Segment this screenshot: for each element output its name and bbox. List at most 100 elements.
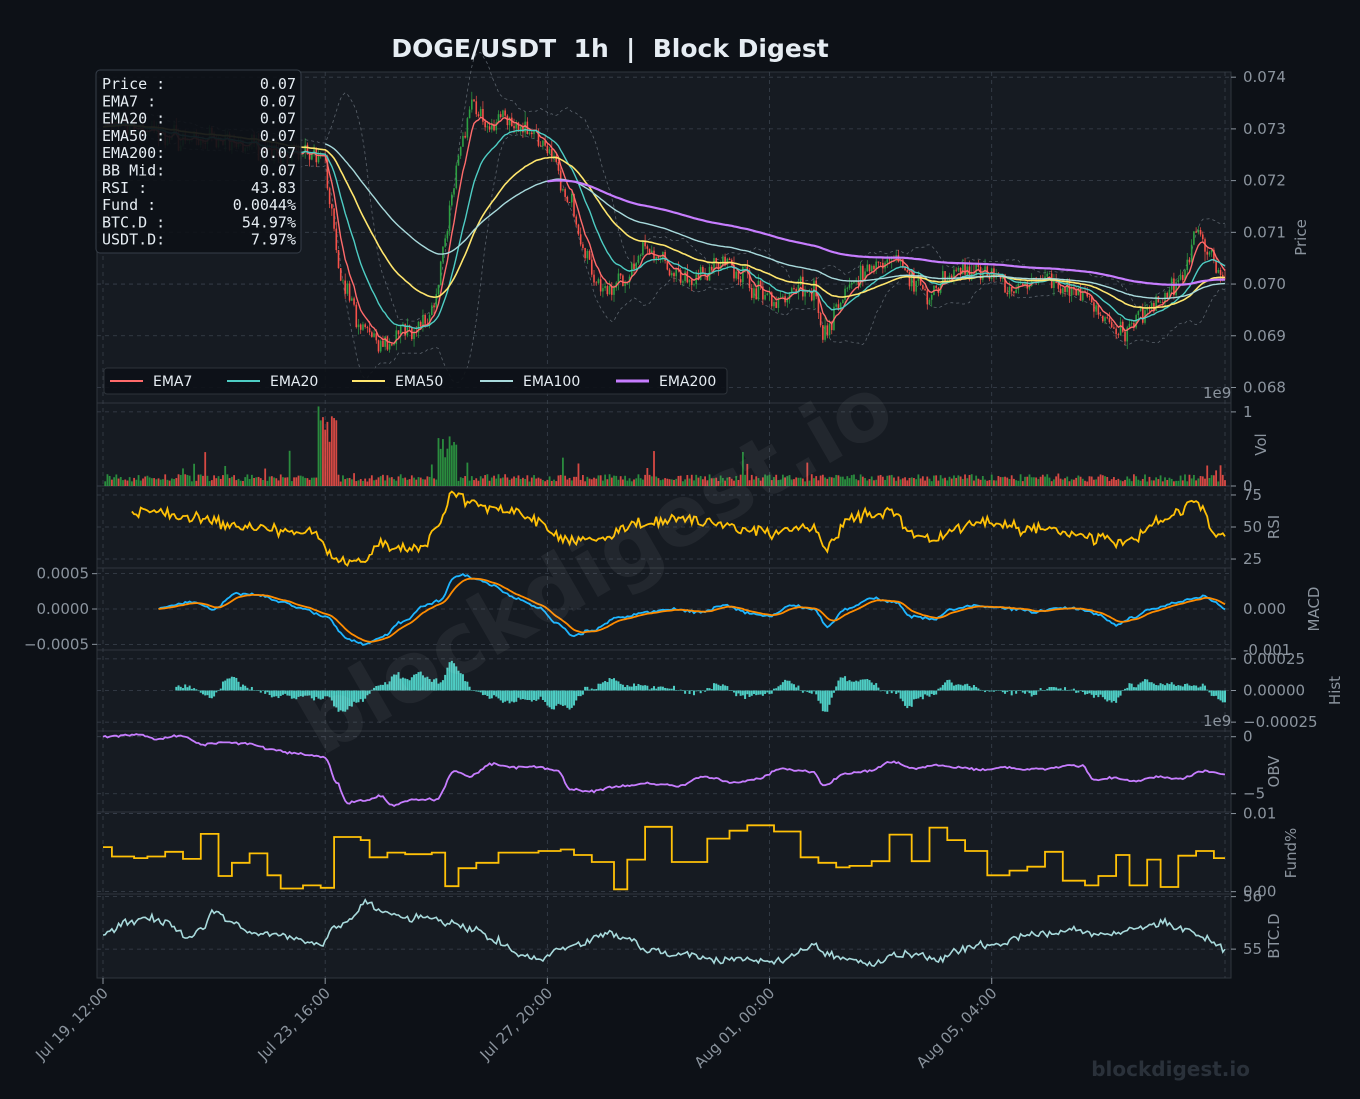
hist-bar bbox=[1212, 690, 1215, 697]
candle-body bbox=[633, 263, 635, 270]
candle-body bbox=[351, 298, 353, 301]
volume-bar bbox=[866, 480, 869, 486]
volume-bar bbox=[168, 480, 171, 486]
candle-body bbox=[546, 145, 549, 154]
candle-body bbox=[1099, 314, 1102, 316]
hist-bar bbox=[881, 690, 884, 691]
y-tick-label-rsi: 25 bbox=[1243, 550, 1262, 568]
volume-bar bbox=[144, 476, 147, 486]
hist-bar bbox=[832, 690, 835, 693]
hist-bar bbox=[897, 690, 900, 693]
hist-bar bbox=[530, 690, 533, 702]
volume-bar bbox=[293, 477, 295, 486]
hist-bar bbox=[761, 690, 764, 696]
volume-bar bbox=[857, 480, 860, 486]
hist-bar bbox=[1024, 690, 1027, 694]
volume-bar bbox=[897, 476, 900, 486]
hist-bar bbox=[986, 690, 989, 691]
candle-body bbox=[1193, 231, 1195, 245]
candle-body bbox=[1199, 230, 1202, 235]
candle-body bbox=[922, 285, 924, 290]
hist-bar bbox=[535, 690, 538, 701]
hist-bar bbox=[688, 690, 691, 694]
candle-body bbox=[1130, 323, 1133, 324]
hist-bar bbox=[1028, 690, 1031, 694]
candle-body bbox=[1217, 270, 1220, 273]
volume-bar bbox=[450, 445, 453, 486]
volume-bar bbox=[584, 481, 587, 486]
hist-bar bbox=[812, 690, 815, 692]
hist-bar bbox=[1132, 687, 1135, 691]
candle-body bbox=[702, 267, 704, 273]
candle-body bbox=[475, 101, 478, 115]
candle-body bbox=[644, 241, 646, 247]
candle-body bbox=[1188, 259, 1191, 263]
volume-bar bbox=[628, 478, 631, 486]
volume-bar bbox=[1095, 479, 1098, 486]
candle-body bbox=[659, 257, 662, 259]
volume-bar bbox=[624, 475, 627, 486]
volume-bar bbox=[844, 479, 846, 486]
hist-bar bbox=[1204, 685, 1207, 691]
candle-body bbox=[471, 99, 473, 110]
hist-bar bbox=[181, 688, 184, 691]
hist-bar bbox=[775, 688, 778, 691]
volume-bar bbox=[981, 476, 984, 486]
volume-bar bbox=[1215, 470, 1218, 486]
volume-bar bbox=[506, 477, 509, 486]
volume-bar bbox=[302, 476, 304, 486]
volume-bar bbox=[175, 478, 178, 486]
volume-bar bbox=[208, 481, 211, 486]
hist-bar bbox=[1199, 686, 1202, 691]
volume-bar bbox=[413, 477, 415, 486]
hist-bar bbox=[950, 682, 953, 691]
hist-bar bbox=[606, 682, 609, 691]
volume-bar bbox=[542, 480, 544, 486]
volume-bar bbox=[462, 478, 464, 486]
hist-bar bbox=[241, 684, 244, 691]
volume-bar bbox=[553, 479, 555, 486]
candle-body bbox=[348, 283, 351, 301]
volume-bar bbox=[435, 479, 438, 486]
hist-bar bbox=[677, 690, 680, 691]
hist-bar bbox=[1095, 690, 1098, 696]
hist-bar bbox=[1019, 690, 1022, 691]
volume-bar bbox=[582, 474, 584, 486]
volume-bar bbox=[235, 480, 238, 486]
candle-body bbox=[693, 284, 695, 285]
candle-body bbox=[502, 110, 504, 118]
volume-bar bbox=[1101, 475, 1104, 486]
volume-bar bbox=[439, 448, 442, 486]
candle-body bbox=[1064, 288, 1066, 292]
volume-bar bbox=[415, 479, 418, 486]
hist-bar bbox=[1148, 682, 1151, 691]
hist-bar bbox=[712, 683, 715, 691]
hist-bar bbox=[1001, 690, 1004, 693]
volume-bar bbox=[126, 480, 129, 486]
volume-bar bbox=[455, 444, 458, 486]
x-tick-label: Jul 27, 20:00 bbox=[476, 984, 556, 1064]
volume-bar bbox=[913, 478, 915, 486]
hist-bar bbox=[1124, 688, 1127, 691]
volume-bar bbox=[941, 478, 944, 486]
legend-label-ema200: EMA200 bbox=[659, 374, 716, 390]
candle-body bbox=[342, 280, 344, 282]
hist-bar bbox=[1084, 690, 1087, 695]
candle-body bbox=[399, 325, 402, 335]
hist-bar bbox=[841, 677, 844, 691]
hist-bar bbox=[1035, 690, 1038, 695]
candle-body bbox=[775, 302, 777, 308]
hist-bar bbox=[250, 686, 253, 691]
hist-bar bbox=[686, 690, 689, 691]
hist-bar bbox=[217, 690, 220, 691]
candle-body bbox=[1008, 286, 1011, 295]
y-tick-label-hist: 0.00025 bbox=[1243, 650, 1305, 668]
hist-bar bbox=[1130, 683, 1133, 691]
candle-body bbox=[308, 154, 311, 160]
hist-bar bbox=[1146, 679, 1149, 691]
candle-body bbox=[688, 279, 691, 283]
candle-body bbox=[584, 248, 586, 259]
volume-bar bbox=[486, 474, 489, 486]
info-label: BB Mid: bbox=[102, 162, 165, 180]
volume-bar bbox=[490, 477, 493, 486]
